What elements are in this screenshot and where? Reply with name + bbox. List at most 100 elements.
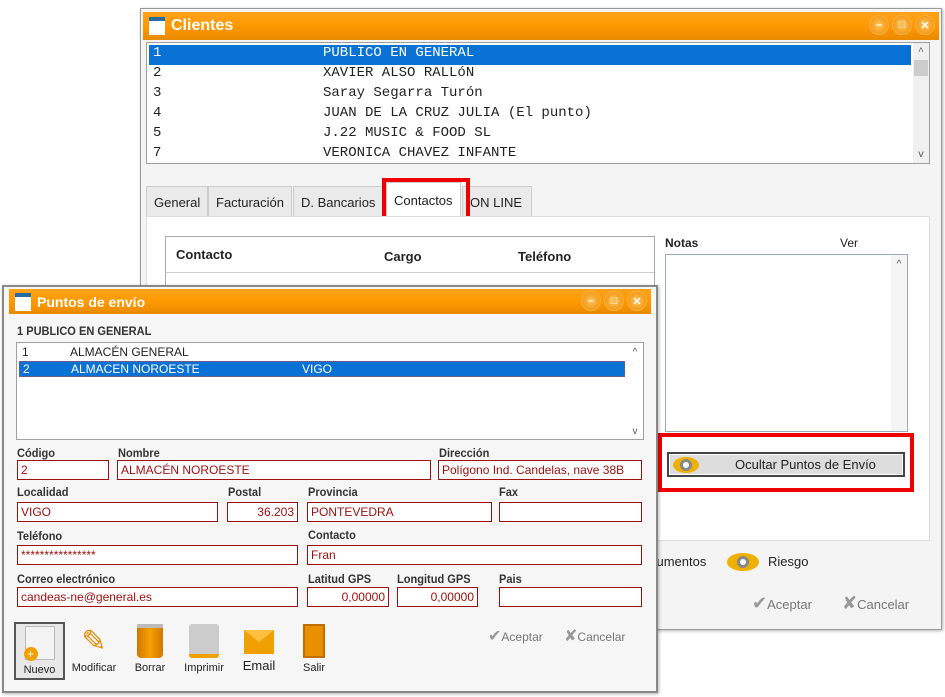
list-item[interactable]: 2 XAVIER ALSO RALLóN [149, 65, 911, 85]
longitud-label: Longitud GPS [397, 572, 471, 586]
client-code: 3 [153, 85, 162, 101]
punto-city: VIGO [302, 362, 333, 376]
eye-icon [727, 553, 759, 571]
latitud-field[interactable]: 0,00000 [307, 587, 389, 607]
direccion-label: Dirección [439, 446, 490, 460]
column-header-telefono[interactable]: Teléfono [518, 249, 571, 264]
check-icon: ✔ [752, 593, 768, 613]
modificar-button[interactable]: ✎ Modificar [68, 622, 120, 680]
button-label: Salir [302, 662, 325, 674]
tab-general[interactable]: General [146, 186, 209, 216]
nombre-field[interactable]: ALMACÉN NOROESTE [117, 460, 431, 480]
scrollbar[interactable]: ^ [891, 255, 907, 431]
list-item[interactable]: 1 PUBLICO EN GENERAL [149, 45, 911, 65]
tab-label: Facturación [216, 195, 284, 210]
notas-label: Notas [665, 236, 699, 250]
provincia-field[interactable]: PONTEVEDRA [307, 502, 492, 522]
fax-field[interactable] [499, 502, 642, 522]
localidad-label: Localidad [17, 485, 69, 499]
tab-label: ON LINE [470, 195, 523, 210]
aceptar-button[interactable]: ✔Aceptar [752, 593, 812, 614]
client-code: 4 [153, 105, 162, 121]
cancelar-button[interactable]: ✘Cancelar [842, 593, 909, 614]
punto-code: 1 [22, 345, 29, 359]
close-icon[interactable]: ✕ [915, 15, 935, 35]
client-code: 2 [153, 65, 162, 81]
postal-field[interactable]: 36.203 [227, 502, 298, 522]
riesgo-link[interactable]: Riesgo [768, 554, 808, 569]
list-item[interactable]: 2 ALMACEN NOROESTE VIGO [19, 361, 625, 377]
list-item[interactable]: 7 VERONICA CHAVEZ INFANTE [149, 145, 911, 163]
client-label: 1 PUBLICO EN GENERAL [17, 324, 152, 338]
direccion-field[interactable]: Polígono Ind. Candelas, nave 38B [438, 460, 642, 480]
borrar-button[interactable]: Borrar [124, 622, 176, 680]
client-name: XAVIER ALSO RALLóN [323, 65, 475, 81]
tab-bancarios[interactable]: D. Bancarios [293, 186, 384, 216]
trash-icon [137, 624, 163, 658]
puntos-aceptar-button[interactable]: ✔Aceptar [488, 626, 543, 646]
button-label: Email [242, 658, 276, 673]
correo-field[interactable]: candeas-ne@general.es [17, 587, 298, 607]
maximize-icon[interactable]: □ [892, 15, 912, 35]
close-icon[interactable]: ✕ [627, 291, 647, 311]
ver-label: Ver [840, 236, 859, 250]
localidad-field[interactable]: VIGO [17, 502, 218, 522]
minimize-icon[interactable]: – [581, 291, 601, 311]
printer-icon [189, 624, 219, 658]
column-header-cargo[interactable]: Cargo [384, 249, 422, 264]
list-item[interactable]: 4 JUAN DE LA CRUZ JULIA (El punto) [149, 105, 911, 125]
list-item[interactable]: 5 J.22 MUSIC & FOOD SL [149, 125, 911, 145]
puntos-list[interactable]: 1 ALMACÉN GENERAL 2 ALMACEN NOROESTE VIGO ^… [16, 342, 644, 440]
button-label: Nuevo [23, 664, 56, 676]
check-icon: ✔ [488, 628, 502, 645]
correo-label: Correo electrónico [17, 572, 116, 586]
clients-list[interactable]: 1 PUBLICO EN GENERAL 2 XAVIER ALSO RALLóN … [146, 42, 930, 164]
pencil-icon: ✎ [81, 625, 107, 658]
client-name: Saray Segarra Turón [323, 85, 483, 101]
button-label: Aceptar [767, 597, 812, 612]
minimize-icon[interactable]: – [869, 15, 889, 35]
codigo-field[interactable]: 2 [17, 460, 109, 480]
button-label: Cancelar [577, 630, 626, 644]
clientes-titlebar[interactable]: Clientes – □ ✕ [143, 12, 939, 40]
longitud-field[interactable]: 0,00000 [397, 587, 478, 607]
tab-online[interactable]: ON LINE [462, 186, 532, 216]
email-button[interactable]: Email [233, 622, 285, 680]
punto-code: 2 [23, 362, 30, 376]
punto-name: ALMACEN NOROESTE [71, 362, 200, 376]
client-name: PUBLICO EN GENERAL [323, 45, 475, 61]
cross-icon: ✘ [842, 593, 858, 613]
notas-textarea[interactable]: ^ [665, 254, 908, 432]
tab-label: General [154, 195, 201, 210]
nombre-label: Nombre [118, 446, 160, 460]
window-title: Clientes [171, 17, 234, 34]
puntos-titlebar[interactable]: Puntos de envío – □ ✕ [9, 289, 651, 314]
envelope-icon [244, 630, 274, 654]
imprimir-button[interactable]: Imprimir [178, 622, 230, 680]
client-name: J.22 MUSIC & FOOD SL [323, 125, 492, 141]
list-item[interactable]: 1 ALMACÉN GENERAL [19, 345, 625, 361]
client-code: 7 [153, 145, 162, 161]
pais-field[interactable] [499, 587, 642, 607]
salir-button[interactable]: Salir [288, 622, 340, 680]
telefono-label: Teléfono [17, 529, 63, 543]
client-name: JUAN DE LA CRUZ JULIA (El punto) [323, 105, 592, 121]
nuevo-button[interactable]: + Nuevo [14, 622, 65, 680]
telefono-field[interactable]: **************** [17, 545, 298, 565]
column-header-contacto[interactable]: Contacto [176, 247, 232, 262]
list-item[interactable]: 3 Saray Segarra Turón [149, 85, 911, 105]
pais-label: Pais [499, 572, 522, 586]
tab-label: D. Bancarios [301, 195, 376, 210]
contacto-field[interactable]: Fran [307, 545, 642, 565]
puntos-cancelar-button[interactable]: ✘Cancelar [564, 626, 625, 646]
window-title: Puntos de envío [37, 293, 146, 310]
client-code: 5 [153, 125, 162, 141]
new-document-icon: + [23, 626, 55, 661]
scrollbar[interactable]: ^ v [913, 43, 929, 163]
button-label: Aceptar [501, 630, 543, 644]
button-label: Modificar [71, 662, 117, 674]
tab-facturacion[interactable]: Facturación [208, 186, 292, 216]
maximize-icon[interactable]: □ [604, 291, 624, 311]
scrollbar[interactable]: ^ v [627, 343, 643, 439]
documentos-link[interactable]: cumentos [650, 554, 706, 569]
